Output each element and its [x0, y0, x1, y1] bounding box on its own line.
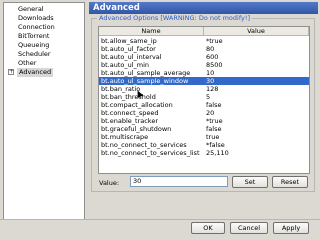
table-row[interactable]: bt.ban_ratio 128 [99, 85, 309, 93]
table-row[interactable]: bt.allow_same_ip *true [99, 37, 309, 45]
reset-button[interactable]: Reset [272, 176, 308, 188]
footer-divider [0, 219, 320, 220]
expand-icon[interactable]: + [8, 69, 14, 75]
tree-item-other[interactable]: Other [18, 59, 36, 68]
tree-item-bittorrent[interactable]: BitTorrent [18, 32, 49, 41]
table-row[interactable]: bt.no_connect_to_services *false [99, 141, 309, 149]
table-row-selected[interactable]: bt.auto_ul_sample_window 30 [99, 77, 309, 85]
preferences-window: General Downloads Connection BitTorrent … [0, 0, 320, 240]
tree-item-downloads[interactable]: Downloads [18, 14, 54, 23]
advanced-options-group: Advanced Options [WARNING: Do not modify… [91, 14, 315, 192]
table-row[interactable]: bt.graceful_shutdown false [99, 125, 309, 133]
table-row[interactable]: bt.auto_ul_min 8500 [99, 61, 309, 69]
table-row[interactable]: bt.auto_ul_factor 80 [99, 45, 309, 53]
table-row[interactable]: bt.connect_speed 20 [99, 109, 309, 117]
table-row[interactable]: bt.enable_tracker *true [99, 117, 309, 125]
ok-button[interactable]: OK [191, 222, 225, 234]
tree-item-scheduler[interactable]: Scheduler [18, 50, 51, 59]
table-row[interactable]: bt.auto_ul_interval 600 [99, 53, 309, 61]
table-row[interactable]: bt.multiscrape true [99, 133, 309, 141]
panel-title: Advanced [89, 2, 318, 14]
advanced-options-list[interactable]: Name Value bt.allow_same_ip *true bt.auto… [98, 26, 310, 174]
group-title: Advanced Options [WARNING: Do not modify… [97, 14, 252, 22]
cancel-button[interactable]: Cancel [230, 222, 268, 234]
tree-item-queueing[interactable]: Queueing [18, 41, 49, 50]
table-row[interactable]: bt.no_connect_to_services_list 25,110 [99, 149, 309, 157]
table-row[interactable]: bt.ban_threshold 5 [99, 93, 309, 101]
tree-item-connection[interactable]: Connection [18, 23, 55, 32]
value-input[interactable]: 30 [130, 176, 228, 187]
advanced-panel: Advanced Advanced Options [WARNING: Do n… [89, 2, 318, 218]
column-header-value[interactable]: Value [204, 27, 309, 36]
preferences-tree: General Downloads Connection BitTorrent … [3, 2, 85, 220]
column-header-name[interactable]: Name [99, 27, 204, 36]
value-label: Value: [99, 179, 120, 187]
set-button[interactable]: Set [232, 176, 268, 188]
table-row[interactable]: bt.compact_allocation false [99, 101, 309, 109]
tree-item-advanced[interactable]: Advanced [17, 68, 54, 77]
apply-button[interactable]: Apply [273, 222, 309, 234]
table-row[interactable]: bt.auto_ul_sample_average 10 [99, 69, 309, 77]
tree-item-general[interactable]: General [18, 5, 44, 14]
